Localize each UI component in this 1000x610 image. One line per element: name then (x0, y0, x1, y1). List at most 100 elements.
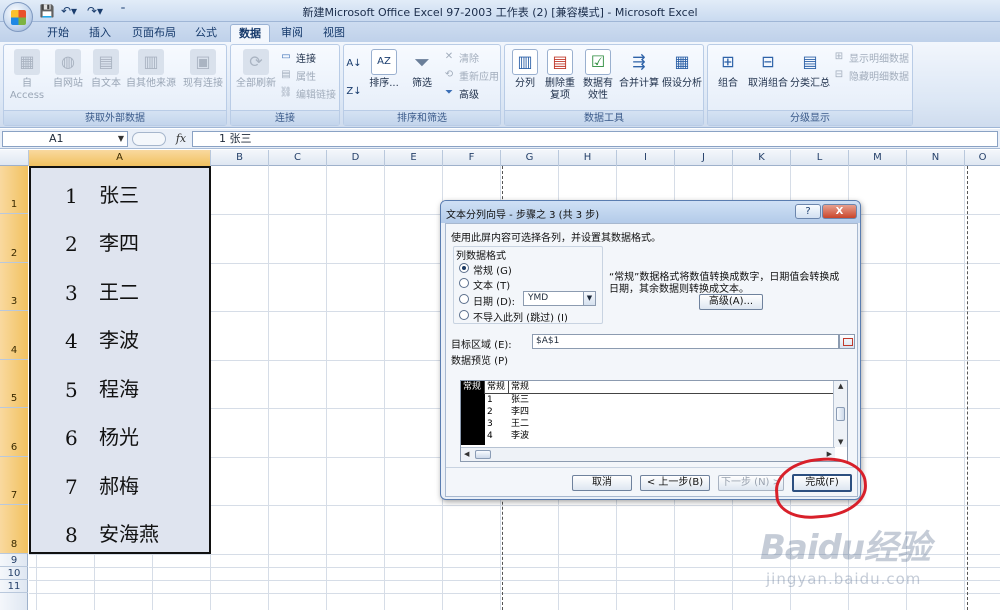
column-header-a[interactable]: A (29, 150, 211, 166)
cancel-button[interactable]: 取消 (572, 475, 632, 491)
cell-a6[interactable]: 6 杨光 (31, 408, 209, 456)
row-header-1[interactable]: 1 (0, 166, 28, 214)
from-other-sources-button[interactable]: ▥ 自其他来源 (124, 49, 178, 90)
consolidate-button[interactable]: ⇶ 合并计算 (617, 49, 661, 90)
formula-input[interactable]: 1 张三 (192, 131, 998, 147)
radio-general-label[interactable]: 常规 (G) (473, 262, 512, 277)
column-header-i[interactable]: I (617, 150, 675, 166)
scroll-thumb[interactable] (836, 407, 845, 421)
radio-date-label[interactable]: 日期 (D): (473, 293, 515, 308)
cell-a3[interactable]: 3 王二 (31, 263, 209, 311)
subtotal-button[interactable]: ▤ 分类汇总 (790, 49, 830, 90)
preview-vertical-scrollbar[interactable]: ▲ ▼ (833, 381, 847, 447)
formula-bar-splitter[interactable] (132, 132, 166, 146)
sort-button[interactable]: AZ 排序... (364, 49, 404, 90)
name-box-dropdown-icon[interactable]: ▼ (118, 132, 124, 146)
cell-a8[interactable]: 8 安海燕 (31, 505, 209, 553)
column-header-e[interactable]: E (385, 150, 443, 166)
clear-filter-button[interactable]: ✕ 清除 (442, 50, 479, 65)
from-web-button[interactable]: ◍ 自网站 (50, 49, 86, 90)
row-header-11[interactable]: 11 (0, 580, 28, 593)
cell-a7[interactable]: 7 郝梅 (31, 457, 209, 505)
preview-selected-column[interactable] (461, 394, 485, 445)
radio-date[interactable] (459, 294, 469, 304)
office-button[interactable] (3, 2, 33, 32)
tab-page-layout[interactable]: 页面布局 (126, 24, 182, 42)
column-header-f[interactable]: F (443, 150, 501, 166)
row-header-8[interactable]: 8 (0, 505, 28, 554)
column-header-d[interactable]: D (327, 150, 385, 166)
select-all-corner[interactable] (0, 150, 29, 166)
scroll-thumb[interactable] (475, 450, 491, 459)
tab-insert[interactable]: 插入 (84, 24, 116, 42)
connections-button[interactable]: ▭ 连接 (279, 50, 316, 65)
preview-column-header[interactable]: 常规 (461, 381, 485, 394)
text-to-columns-button[interactable]: ▥ 分列 (507, 49, 543, 90)
column-header-l[interactable]: L (791, 150, 849, 166)
date-format-select[interactable]: YMD ▼ (523, 291, 596, 306)
row-header-3[interactable]: 3 (0, 263, 28, 311)
column-header-m[interactable]: M (849, 150, 907, 166)
cell-a1[interactable]: 1 张三 (31, 166, 209, 214)
radio-general[interactable] (459, 263, 469, 273)
sort-za-button[interactable]: Z↓ (346, 85, 365, 99)
destination-input[interactable]: $A$1 (532, 334, 839, 349)
column-header-j[interactable]: J (675, 150, 733, 166)
radio-text-label[interactable]: 文本 (T) (473, 277, 510, 292)
edit-links-button[interactable]: ⛓ 编辑链接 (279, 86, 336, 101)
preview-column-header[interactable]: 常规 (485, 381, 509, 394)
cell-a5[interactable]: 5 程海 (31, 360, 209, 408)
sort-az-button[interactable]: A↓ (346, 57, 365, 71)
show-detail-button[interactable]: ⊞ 显示明细数据 (832, 50, 909, 65)
tab-view[interactable]: 视图 (318, 24, 350, 42)
row-header-7[interactable]: 7 (0, 457, 28, 505)
row-header-4[interactable]: 4 (0, 311, 28, 360)
properties-button[interactable]: ▤ 属性 (279, 68, 316, 83)
radio-skip[interactable] (459, 310, 469, 320)
row-header-9[interactable]: 9 (0, 554, 28, 567)
tab-data[interactable]: 数据 (230, 24, 270, 42)
existing-connections-button[interactable]: ▣ 现有连接 (180, 49, 226, 90)
name-box[interactable]: A1 ▼ (2, 131, 128, 147)
column-header-c[interactable]: C (269, 150, 327, 166)
radio-text[interactable] (459, 278, 469, 288)
refresh-all-button[interactable]: ⟳ 全部刷新 (233, 49, 279, 90)
insert-function-icon[interactable]: fx (172, 131, 190, 147)
data-validation-button[interactable]: ☑ 数据有效性 (579, 49, 617, 102)
ungroup-button[interactable]: ⊟ 取消组合 (746, 49, 790, 90)
from-access-button[interactable]: ▦ 自 Access (6, 49, 48, 102)
from-text-button[interactable]: ▤ 自文本 (88, 49, 124, 90)
help-button[interactable]: ? (795, 204, 821, 219)
row-header-6[interactable]: 6 (0, 408, 28, 457)
advanced-filter-button[interactable]: ⏷ 高级 (442, 86, 479, 101)
column-header-k[interactable]: K (733, 150, 791, 166)
back-button[interactable]: < 上一步(B) (640, 475, 710, 491)
preview-column-header[interactable]: 常规 (509, 381, 833, 394)
column-header-h[interactable]: H (559, 150, 617, 166)
filter-button[interactable]: ⏷ 筛选 (404, 49, 440, 90)
what-if-analysis-button[interactable]: ▦ 假设分析 (659, 49, 705, 90)
column-header-n[interactable]: N (907, 150, 965, 166)
close-button[interactable]: X (822, 204, 857, 219)
scroll-down-icon[interactable]: ▼ (838, 438, 843, 446)
preview-horizontal-scrollbar[interactable]: ◀ ▶ (461, 447, 835, 461)
column-header-o[interactable]: O (965, 150, 1000, 166)
scroll-up-icon[interactable]: ▲ (838, 382, 843, 390)
tab-review[interactable]: 审阅 (276, 24, 308, 42)
data-preview[interactable]: 常规 常规 常规 1 张三 2 李四 3 王二 4 李波 ▲ ▼ ◀ ▶ (460, 380, 848, 462)
dialog-title-bar[interactable]: 文本分列向导 - 步骤之 3 (共 3 步) ? X (441, 201, 860, 223)
scroll-left-icon[interactable]: ◀ (464, 450, 469, 458)
hide-detail-button[interactable]: ⊟ 隐藏明细数据 (832, 68, 909, 83)
cell-a2[interactable]: 2 李四 (31, 214, 209, 262)
row-header-10[interactable]: 10 (0, 567, 28, 580)
tab-home[interactable]: 开始 (42, 24, 74, 42)
column-header-g[interactable]: G (501, 150, 559, 166)
tab-formulas[interactable]: 公式 (190, 24, 222, 42)
group-button[interactable]: ⊞ 组合 (710, 49, 746, 90)
chevron-down-icon[interactable]: ▼ (583, 292, 595, 305)
row-header-2[interactable]: 2 (0, 214, 28, 263)
reapply-button[interactable]: ⟲ 重新应用 (442, 68, 499, 83)
cell-a4[interactable]: 4 李波 (31, 311, 209, 359)
range-picker-icon[interactable] (839, 334, 855, 349)
remove-duplicates-button[interactable]: ▤ 删除重复项 (541, 49, 579, 102)
